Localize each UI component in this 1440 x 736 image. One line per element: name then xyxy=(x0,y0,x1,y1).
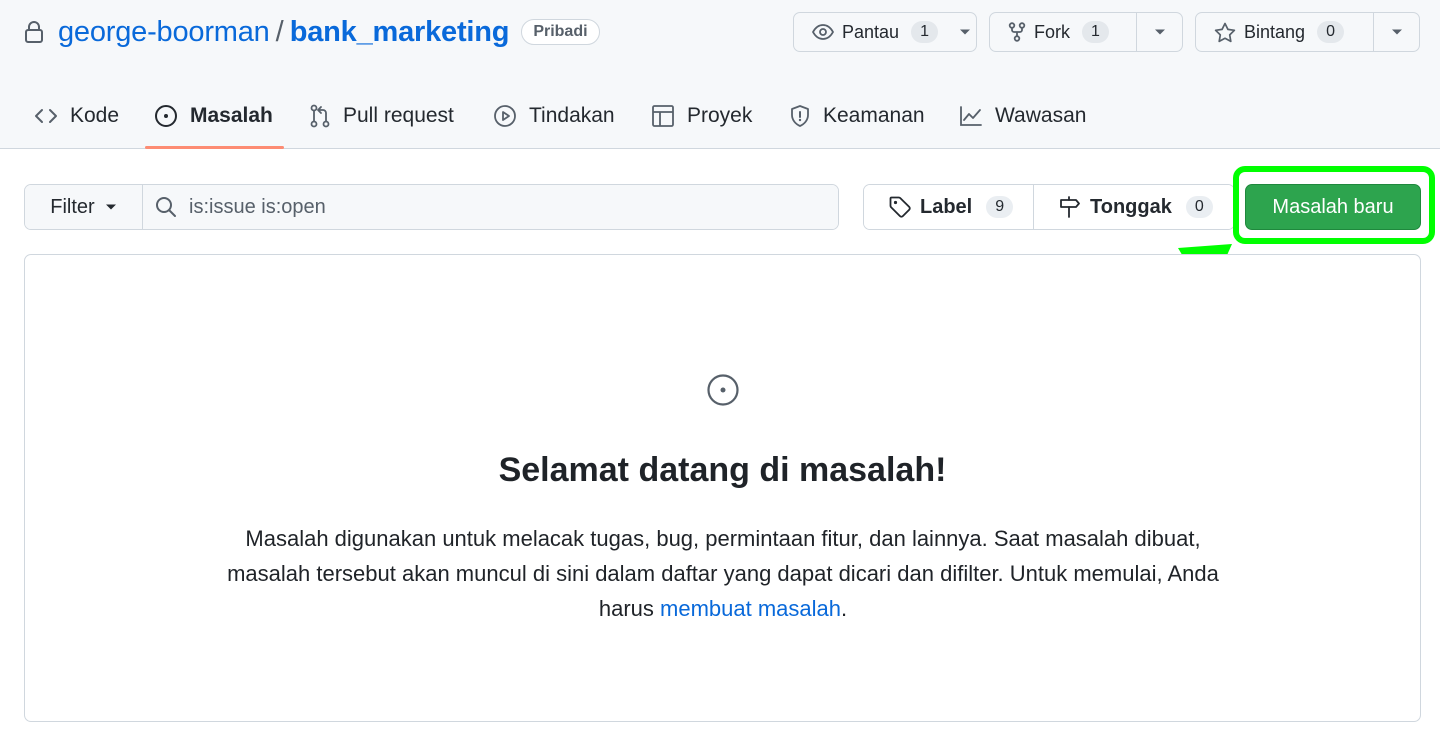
watch-count: 1 xyxy=(911,21,938,43)
filter-search-group: Filter xyxy=(24,184,839,230)
tab-insights[interactable]: Wawasan xyxy=(959,84,1086,148)
lock-icon xyxy=(24,21,44,43)
star-button[interactable]: Bintang 0 xyxy=(1196,13,1373,51)
shield-icon xyxy=(791,105,809,127)
new-issue-button[interactable]: Masalah baru xyxy=(1245,184,1421,230)
fork-button[interactable]: Fork 1 xyxy=(990,13,1136,51)
visibility-badge: Pribadi xyxy=(521,19,600,45)
star-dropdown-button[interactable] xyxy=(1373,13,1419,51)
fork-group: Fork 1 xyxy=(989,12,1183,52)
tab-label: Proyek xyxy=(687,104,753,127)
pull-request-icon xyxy=(310,104,330,128)
repo-owner-link[interactable]: george-boorman xyxy=(58,16,270,49)
search-wrapper xyxy=(143,185,838,229)
watch-button[interactable]: Pantau 1 xyxy=(794,13,954,51)
tab-label: Kode xyxy=(70,104,120,127)
table-icon xyxy=(652,105,674,127)
star-icon xyxy=(1214,22,1236,42)
repo-separator: / xyxy=(275,15,284,48)
search-icon xyxy=(156,197,176,217)
graph-icon xyxy=(960,106,982,126)
tab-projects[interactable]: Proyek xyxy=(651,84,752,148)
caret-down-icon xyxy=(1391,29,1402,35)
filter-button[interactable]: Filter xyxy=(25,185,143,229)
watch-label: Pantau xyxy=(842,21,900,42)
tab-pull-requests[interactable]: Pull request xyxy=(309,84,454,148)
issue-opened-icon xyxy=(707,374,739,406)
code-icon xyxy=(35,109,57,123)
star-count: 0 xyxy=(1317,21,1344,43)
milestones-count: 0 xyxy=(1185,196,1213,218)
milestones-button[interactable]: Tonggak 0 xyxy=(1034,185,1234,229)
play-icon xyxy=(494,105,516,127)
create-issue-link[interactable]: membuat masalah xyxy=(660,596,841,621)
star-group: Bintang 0 xyxy=(1195,12,1420,52)
labels-count: 9 xyxy=(986,196,1014,218)
issue-search-input[interactable] xyxy=(189,187,838,227)
milestone-icon xyxy=(1060,196,1080,218)
filter-label: Filter xyxy=(50,195,95,218)
labels-button[interactable]: Label 9 xyxy=(864,185,1034,229)
tab-issues[interactable]: Masalah xyxy=(154,84,273,148)
fork-count: 1 xyxy=(1082,21,1109,43)
repo-actions: Pantau 1 Fork 1 Bintang 0 xyxy=(793,12,1420,52)
watch-group: Pantau 1 xyxy=(793,12,977,52)
fork-dropdown-button[interactable] xyxy=(1136,13,1182,51)
tab-label: Tindakan xyxy=(529,104,615,127)
watch-dropdown-button[interactable] xyxy=(954,13,976,51)
issues-blankslate: Selamat datang di masalah! Masalah digun… xyxy=(24,254,1421,722)
labels-milestones-group: Label 9 Tonggak 0 xyxy=(863,184,1235,230)
caret-down-icon xyxy=(105,204,116,210)
tab-label: Masalah xyxy=(190,104,273,127)
fork-label: Fork xyxy=(1034,21,1070,42)
tab-label: Pull request xyxy=(343,104,454,127)
tab-code[interactable]: Kode xyxy=(34,84,119,148)
tab-actions[interactable]: Tindakan xyxy=(493,84,615,148)
tab-label: Keamanan xyxy=(823,104,925,127)
star-label: Bintang xyxy=(1244,21,1306,42)
tab-label: Wawasan xyxy=(995,104,1087,127)
blankslate-text-end: . xyxy=(841,596,848,621)
caret-down-icon xyxy=(1154,29,1165,35)
blankslate-title: Selamat datang di masalah! xyxy=(498,451,947,489)
caret-down-icon xyxy=(959,29,970,35)
tag-icon xyxy=(889,196,911,218)
tab-security[interactable]: Keamanan xyxy=(789,84,925,148)
issue-opened-icon xyxy=(155,105,177,127)
eye-icon xyxy=(812,24,834,40)
blankslate-description: Masalah digunakan untuk melacak tugas, b… xyxy=(213,521,1233,626)
labels-label: Label xyxy=(920,195,973,218)
repo-header: george-boorman / bank_marketing Pribadi … xyxy=(0,0,1440,149)
repo-nav-tabs: Kode Masalah Pull request Tindakan Proye… xyxy=(0,84,1440,149)
milestones-label: Tonggak xyxy=(1090,195,1172,218)
repo-name-link[interactable]: bank_marketing xyxy=(290,16,510,49)
fork-icon xyxy=(1008,22,1026,42)
active-tab-indicator xyxy=(145,146,284,149)
issues-toolbar: Filter Label 9 Tonggak 0 Masalah baru xyxy=(24,184,1421,230)
repo-title: george-boorman / bank_marketing Pribadi xyxy=(24,14,600,50)
